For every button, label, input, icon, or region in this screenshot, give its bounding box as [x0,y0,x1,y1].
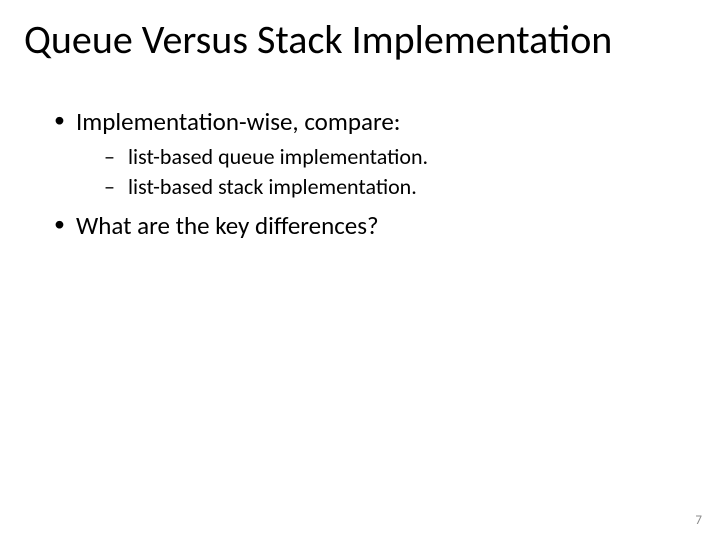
bullet-text: Implementation-wise, compare: [76,106,400,137]
bullet-item: What are the key differences? [48,210,672,243]
sub-bullet-item: list-based queue implementation. [76,143,672,172]
sub-bullet-text: list-based queue implementation. [128,143,428,170]
slide-body: Implementation-wise, compare: list-based… [48,106,672,248]
bullet-item: Implementation-wise, compare: list-based… [48,106,672,202]
page-number: 7 [695,513,702,528]
sub-bullet-item: list-based stack implementation. [76,173,672,202]
bullet-text: What are the key differences? [76,210,379,241]
sub-bullet-list: list-based queue implementation. list-ba… [76,143,672,202]
sub-bullet-text: list-based stack implementation. [128,173,417,200]
bullet-list: Implementation-wise, compare: list-based… [48,106,672,242]
slide-title: Queue Versus Stack Implementation [24,18,696,62]
slide: Queue Versus Stack Implementation Implem… [0,0,720,540]
